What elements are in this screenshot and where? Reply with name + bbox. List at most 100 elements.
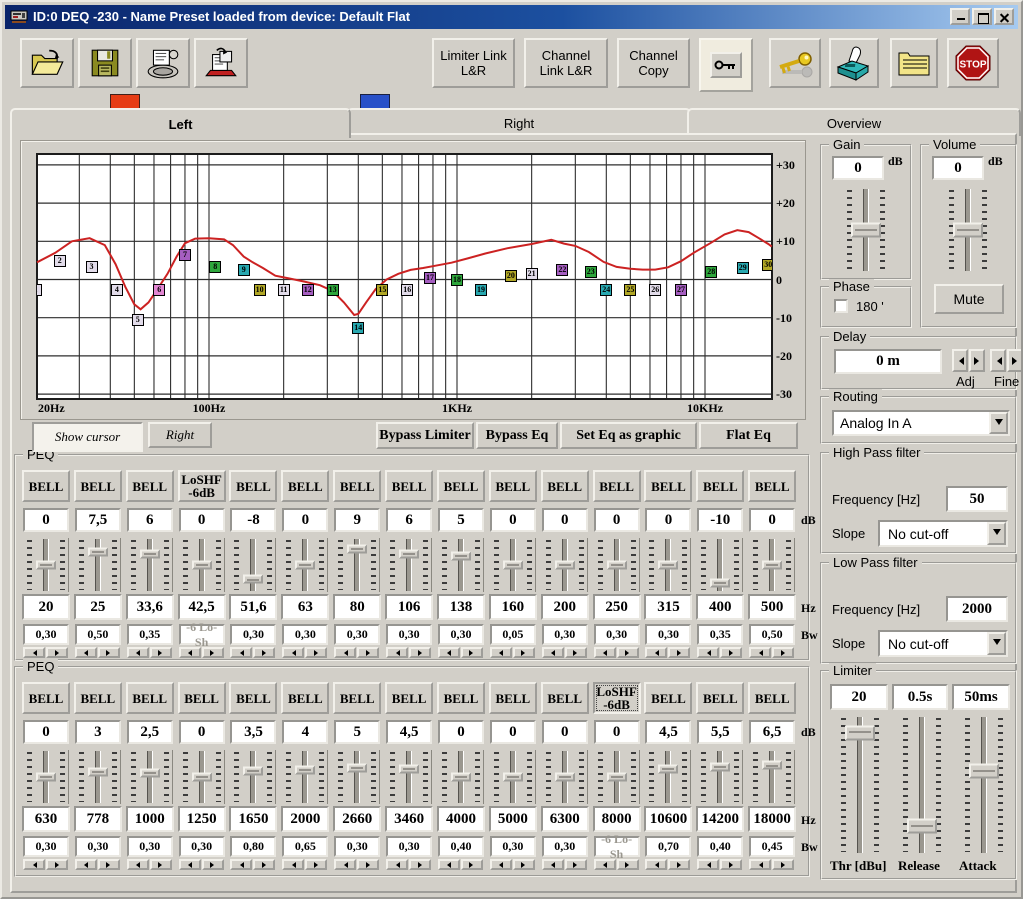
peq-band-bw-up-button[interactable] xyxy=(513,647,535,658)
peq-band-bw-down-button[interactable] xyxy=(594,859,616,870)
peq-band-bandwidth-field[interactable]: 0,30 xyxy=(23,624,69,645)
peq-band-frequency-field[interactable]: 630 xyxy=(22,806,70,832)
peq-band-frequency-field[interactable]: 160 xyxy=(489,594,537,620)
eq-band-marker[interactable]: 27 xyxy=(675,284,687,296)
peq-band-gain-field[interactable]: 0 xyxy=(179,508,225,532)
peq-band-bandwidth-field[interactable]: 0,30 xyxy=(386,836,432,857)
peq-band-bw-up-button[interactable] xyxy=(409,859,431,870)
peq-band-gain-field[interactable]: 0 xyxy=(594,720,640,744)
slider-thumb[interactable] xyxy=(140,550,160,559)
peq-band-gain-field[interactable]: 3,5 xyxy=(230,720,276,744)
slider-thumb[interactable] xyxy=(710,763,730,772)
peq-band-bandwidth-field[interactable]: 0,30 xyxy=(490,836,536,857)
peq-band-frequency-field[interactable]: 400 xyxy=(696,594,744,620)
slider-thumb[interactable] xyxy=(192,561,212,570)
slider-thumb[interactable] xyxy=(140,768,160,777)
peq-band-gain-slider[interactable] xyxy=(231,538,276,592)
slider-thumb[interactable] xyxy=(555,773,575,782)
peq-band-type-button[interactable]: BELL xyxy=(229,470,277,502)
peq-band-bw-up-button[interactable] xyxy=(772,859,794,870)
notes-button[interactable] xyxy=(890,38,938,88)
peq-band-type-button[interactable]: BELL xyxy=(22,470,70,502)
peq-band-frequency-field[interactable]: 315 xyxy=(644,594,692,620)
show-cursor-button[interactable]: Show cursor xyxy=(32,422,143,452)
peq-band-gain-field[interactable]: 5 xyxy=(334,720,380,744)
limiter-threshold-slider[interactable] xyxy=(838,716,882,854)
peq-band-gain-slider[interactable] xyxy=(335,750,380,804)
peq-band-type-button[interactable]: BELL xyxy=(437,682,485,714)
peq-band-gain-field[interactable]: 4,5 xyxy=(386,720,432,744)
eq-band-marker[interactable]: 29 xyxy=(737,262,749,274)
eq-band-marker[interactable]: 3 xyxy=(86,261,98,273)
peq-band-gain-field[interactable]: 0 xyxy=(490,508,536,532)
peq-band-type-button[interactable]: BELL xyxy=(74,682,122,714)
volume-slider[interactable] xyxy=(946,188,990,272)
peq-band-type-button[interactable]: BELL xyxy=(489,682,537,714)
eq-band-marker[interactable]: 7 xyxy=(179,249,191,261)
peq-band-gain-field[interactable]: 0 xyxy=(282,508,328,532)
peq-band-type-button[interactable]: BELL xyxy=(696,682,744,714)
peq-band-gain-field[interactable]: 6 xyxy=(386,508,432,532)
peq-band-bandwidth-field[interactable]: 0,45 xyxy=(749,836,795,857)
routing-dropdown[interactable]: Analog In A xyxy=(832,410,1010,436)
peq-band-type-button[interactable]: BELL xyxy=(748,682,796,714)
peq-band-frequency-field[interactable]: 500 xyxy=(748,594,796,620)
peq-band-gain-field[interactable]: 5,5 xyxy=(697,720,743,744)
peq-band-gain-field[interactable]: 0 xyxy=(542,508,588,532)
mute-button[interactable]: Mute xyxy=(934,284,1004,314)
slider-thumb[interactable] xyxy=(243,766,263,775)
lpf-slope-dropdown[interactable]: No cut-off xyxy=(878,630,1008,657)
peq-band-bw-up-button[interactable] xyxy=(98,647,120,658)
peq-band-gain-slider[interactable] xyxy=(24,538,69,592)
peq-band-type-button[interactable]: BELL xyxy=(696,470,744,502)
delay-adj-up-button[interactable] xyxy=(969,349,985,372)
slider-thumb[interactable] xyxy=(762,761,782,770)
peq-band-type-button[interactable]: LoSHF-6dB xyxy=(178,470,226,502)
peq-band-bandwidth-field[interactable]: 0,30 xyxy=(23,836,69,857)
peq-band-frequency-field[interactable]: 20 xyxy=(22,594,70,620)
peq-band-gain-slider[interactable] xyxy=(231,750,276,804)
peq-band-bw-down-button[interactable] xyxy=(697,859,719,870)
slider-thumb[interactable] xyxy=(399,550,419,559)
slider-thumb[interactable] xyxy=(36,773,56,782)
peq-band-bw-up-button[interactable] xyxy=(720,647,742,658)
eq-band-marker[interactable]: 24 xyxy=(600,284,612,296)
peq-band-bandwidth-field[interactable]: 0,30 xyxy=(334,836,380,857)
peq-band-bw-down-button[interactable] xyxy=(542,647,564,658)
peq-band-bandwidth-field[interactable]: -6 Lo-Sh xyxy=(179,624,225,645)
eq-band-marker[interactable]: 20 xyxy=(505,270,517,282)
peq-band-bw-down-button[interactable] xyxy=(697,647,719,658)
delay-fine-down-button[interactable] xyxy=(990,349,1006,372)
slider-thumb[interactable] xyxy=(347,763,367,772)
delay-value-field[interactable]: 0 m xyxy=(834,349,942,374)
peq-band-bw-down-button[interactable] xyxy=(23,859,45,870)
delay-fine-up-button[interactable] xyxy=(1007,349,1023,372)
peq-band-gain-field[interactable]: 7,5 xyxy=(75,508,121,532)
eq-band-marker[interactable]: 8 xyxy=(209,261,221,273)
eq-band-marker[interactable]: 12 xyxy=(302,284,314,296)
peq-band-bw-up-button[interactable] xyxy=(357,647,379,658)
print-button[interactable] xyxy=(194,38,248,88)
peq-band-bw-up-button[interactable] xyxy=(668,859,690,870)
peq-band-bw-down-button[interactable] xyxy=(490,647,512,658)
eq-band-marker[interactable]: 1 xyxy=(37,284,42,296)
peq-band-frequency-field[interactable]: 33,6 xyxy=(126,594,174,620)
peq-band-type-button[interactable]: BELL xyxy=(74,470,122,502)
peq-band-bw-down-button[interactable] xyxy=(386,647,408,658)
peq-band-bandwidth-field[interactable]: 0,80 xyxy=(230,836,276,857)
bypass-eq-button[interactable]: Bypass Eq xyxy=(476,422,558,449)
peq-band-frequency-field[interactable]: 5000 xyxy=(489,806,537,832)
eq-band-marker[interactable]: 6 xyxy=(153,284,165,296)
peq-band-bandwidth-field[interactable]: 0,30 xyxy=(386,624,432,645)
peq-band-bw-down-button[interactable] xyxy=(386,859,408,870)
peq-band-gain-field[interactable]: -8 xyxy=(230,508,276,532)
peq-band-frequency-field[interactable]: 8000 xyxy=(593,806,641,832)
peq-band-gain-field[interactable]: 4,5 xyxy=(645,720,691,744)
slider-thumb[interactable] xyxy=(295,765,315,774)
peq-band-frequency-field[interactable]: 138 xyxy=(437,594,485,620)
eq-band-marker[interactable]: 10 xyxy=(254,284,266,296)
phase-180-checkbox[interactable] xyxy=(834,299,848,313)
open-file-button[interactable] xyxy=(20,38,74,88)
peq-band-bw-down-button[interactable] xyxy=(645,647,667,658)
slider-thumb[interactable] xyxy=(607,561,627,570)
